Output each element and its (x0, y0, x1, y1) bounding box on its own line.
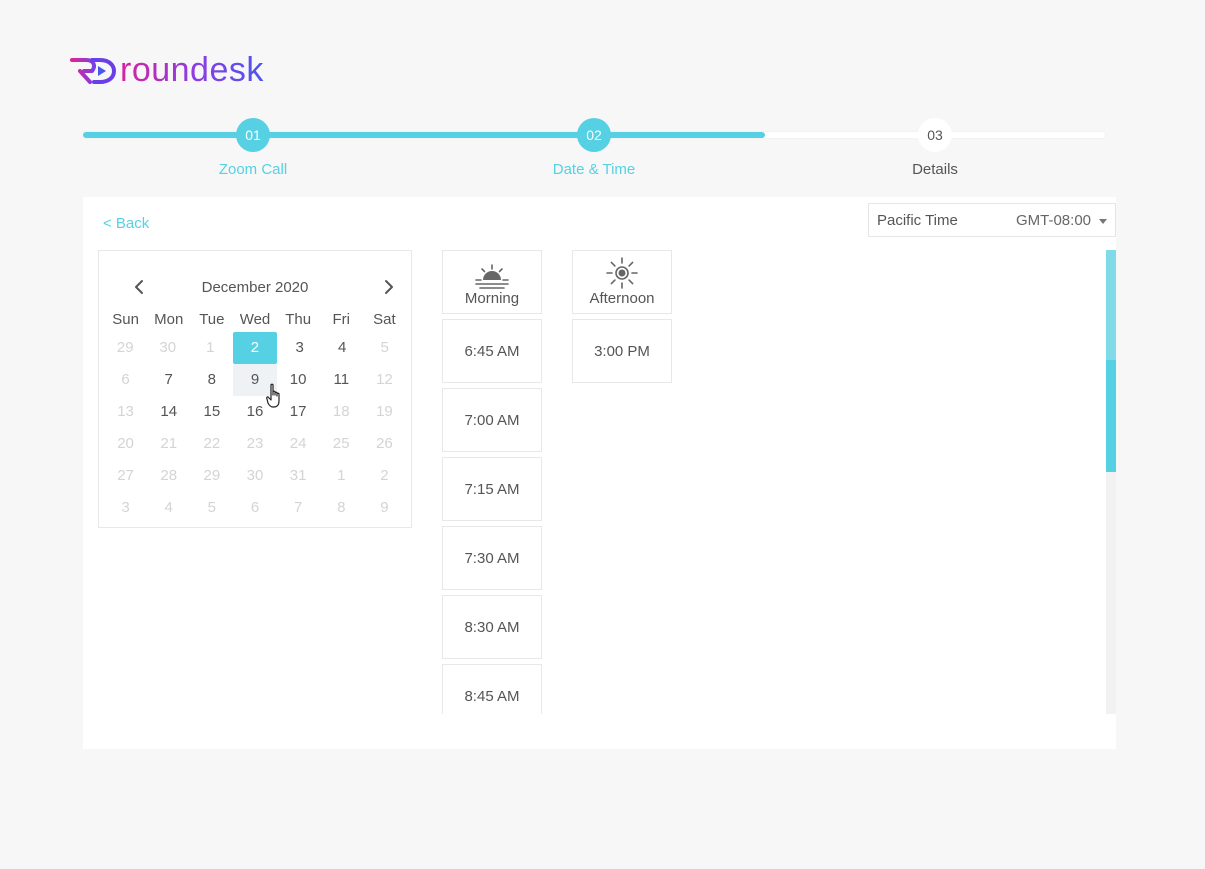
weekday-label: Mon (154, 311, 184, 328)
calendar-day[interactable]: 4 (321, 332, 364, 364)
calendar-day: 22 (203, 435, 221, 452)
chevron-right-icon[interactable] (379, 277, 399, 297)
timezone-offset: GMT-08:00 (1015, 211, 1091, 229)
calendar-day: 21 (160, 435, 178, 452)
calendar-day: 20 (117, 435, 134, 452)
calendar-day: 18 (332, 403, 350, 420)
calendar-week-row: 29 30 1 2 3 4 5 (104, 332, 406, 364)
caret-down-icon (1099, 218, 1107, 224)
morning-slots-viewport: 6:45 AM 7:00 AM 7:15 AM 7:30 AM 8:30 AM 8:45 … (442, 250, 542, 714)
time-slot-button[interactable]: 8:45 AM (442, 664, 542, 714)
calendar-day: 23 (246, 435, 264, 452)
calendar-day-selected[interactable]: 2 (232, 332, 278, 364)
progress-stepper: 01 Zoom Call 02 Date & Time 03 Details (83, 118, 1105, 182)
scheduler-card: < Back Pacific Time GMT-08:00 December 2… (83, 197, 1116, 749)
step-number: 01 (236, 118, 270, 152)
time-slot-button[interactable]: 7:30 AM (442, 526, 542, 590)
step-label: Zoom Call (218, 161, 288, 178)
calendar-day: 13 (117, 403, 134, 420)
step-label: Date & Time (552, 161, 636, 178)
sun-icon (606, 257, 638, 289)
calendar-day[interactable]: 14 (147, 396, 190, 428)
calendar-day: 7 (293, 499, 303, 516)
step-number: 02 (577, 118, 611, 152)
calendar-day[interactable]: 7 (147, 364, 190, 396)
calendar-day: 6 (250, 499, 260, 516)
calendar-day: 29 (203, 467, 221, 484)
calendar-day: 4 (164, 499, 173, 516)
calendar-day: 28 (160, 467, 178, 484)
calendar-day: 2 (380, 467, 389, 484)
stepper-progress-fill (83, 132, 765, 138)
calendar-week-row: 6 7 8 9 10 11 12 (104, 364, 406, 396)
calendar-month-title: December 2020 (201, 279, 309, 296)
step-zoom-call[interactable]: 01 Zoom Call (193, 118, 313, 178)
weekday-label: Tue (199, 311, 225, 328)
calendar-week-row: 13 14 15 16 17 18 19 (104, 396, 406, 428)
calendar-day[interactable]: 8 (190, 364, 233, 396)
back-link[interactable]: < Back (103, 215, 149, 232)
calendar-week-row: 27 28 29 30 31 1 2 (104, 460, 406, 492)
afternoon-slot-list: 3:00 PM (572, 319, 672, 383)
weekday-label: Wed (239, 311, 271, 328)
calendar-day[interactable]: 15 (190, 396, 233, 428)
scrollbar-track-highlight (1106, 250, 1116, 360)
calendar-day: 25 (332, 435, 350, 452)
calendar-day: 26 (376, 435, 393, 452)
brand-name: roundesk (120, 51, 264, 89)
step-label: Details (912, 161, 958, 178)
weekday-header-row: Sun Mon Tue Wed Thu Fri Sat (104, 308, 406, 332)
calendar-day: 30 (246, 467, 264, 484)
hand-pointer-icon (266, 383, 280, 408)
date-picker: December 2020 Sun Mon Tue Wed Thu Fri Sat 29 30… (98, 250, 412, 528)
calendar-day[interactable]: 3 (278, 332, 321, 364)
time-slot-button[interactable]: 3:00 PM (572, 319, 672, 383)
weekday-label: Sun (112, 311, 139, 328)
afternoon-column: Afternoon 3:00 PM (572, 250, 672, 383)
calendar-header: December 2020 (99, 251, 411, 301)
time-slot-button[interactable]: 6:45 AM (442, 319, 542, 383)
calendar-day: 29 (116, 339, 134, 356)
calendar-day: 1 (206, 339, 215, 356)
calendar-day: 30 (159, 339, 177, 356)
time-slot-button[interactable]: 7:00 AM (442, 388, 542, 452)
calendar-day: 5 (207, 499, 217, 516)
calendar-week-row: 20 21 22 23 24 25 26 (104, 428, 406, 460)
step-number: 03 (918, 118, 952, 152)
time-slot-button[interactable]: 7:15 AM (442, 457, 542, 521)
afternoon-header: Afternoon (572, 250, 672, 314)
step-details: 03 Details (875, 118, 995, 178)
afternoon-label: Afternoon (589, 290, 655, 307)
brand-logo: roundesk (70, 50, 264, 90)
calendar-day: 9 (380, 499, 389, 516)
calendar-day: 27 (117, 467, 134, 484)
calendar-day: 5 (380, 339, 389, 356)
step-date-time[interactable]: 02 Date & Time (534, 118, 654, 178)
time-slot-button[interactable]: 8:30 AM (442, 595, 542, 659)
calendar-grid: Sun Mon Tue Wed Thu Fri Sat 29 30 1 2 3 4 5 6 7 8 9 10 11 1… (104, 308, 406, 524)
calendar-day[interactable]: 11 (320, 364, 363, 396)
timezone-name: Pacific Time (877, 211, 958, 229)
weekday-label: Sat (373, 311, 396, 328)
scrollbar-thumb[interactable] (1106, 360, 1116, 472)
weekday-label: Thu (285, 311, 312, 328)
calendar-day: 19 (376, 403, 393, 420)
calendar-day: 1 (337, 467, 346, 484)
time-slots-scrollbar[interactable] (1106, 250, 1116, 714)
roundesk-logo-icon (70, 58, 117, 84)
calendar-day: 24 (289, 435, 307, 452)
calendar-day: 3 (121, 499, 130, 516)
calendar-day: 31 (289, 467, 307, 484)
timezone-select[interactable]: Pacific Time GMT-08:00 (868, 203, 1116, 237)
weekday-label: Fri (332, 311, 351, 328)
morning-slot-list: 6:45 AM 7:00 AM 7:15 AM 7:30 AM 8:30 AM 8:45 … (442, 319, 542, 714)
calendar-day: 8 (337, 499, 346, 516)
calendar-day: 12 (376, 371, 393, 388)
calendar-day: 6 (121, 371, 130, 388)
calendar-week-row: 3 4 5 6 7 8 9 (104, 492, 406, 524)
